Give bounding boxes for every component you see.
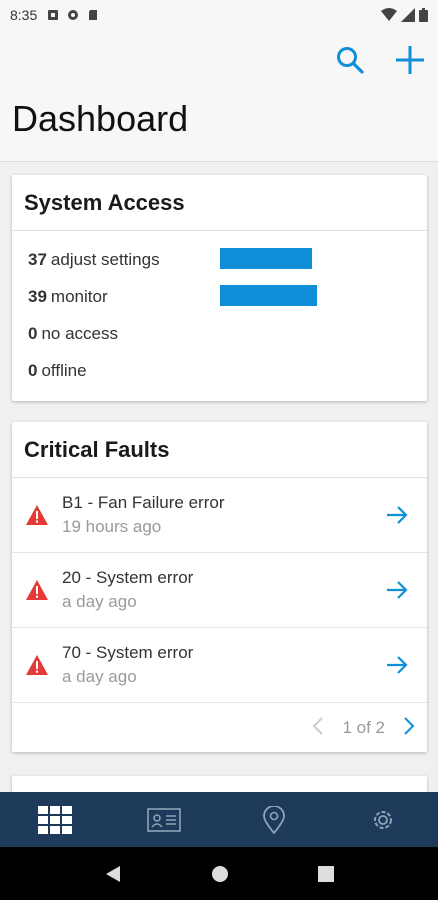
critical-faults-title: Critical Faults	[12, 422, 427, 478]
battery-icon	[419, 8, 428, 22]
next-page-button[interactable]	[403, 716, 415, 741]
warning-icon	[12, 654, 62, 676]
page-title: Dashboard	[12, 98, 189, 139]
fault-title: B1 - Fan Failure error	[62, 493, 225, 512]
sd-card-icon	[89, 10, 98, 20]
arrow-right-icon[interactable]	[367, 655, 427, 675]
fault-time: a day ago	[62, 592, 137, 611]
access-label: monitor	[50, 286, 108, 306]
dashboard-grid-icon	[37, 805, 72, 834]
fault-time: 19 hours ago	[62, 517, 162, 536]
page-indicator: 1 of 2	[342, 718, 385, 737]
status-time: 8:35	[10, 7, 38, 23]
arrow-right-icon[interactable]	[367, 580, 427, 600]
nav-location[interactable]	[219, 792, 329, 847]
access-count: 37	[28, 249, 47, 269]
chevron-left-icon	[313, 716, 324, 735]
warning-icon	[12, 504, 62, 526]
access-label: adjust settings	[50, 249, 160, 269]
access-row-adjust: 37 adjust settings	[28, 241, 427, 278]
fault-item[interactable]: 20 - System error a day ago	[12, 553, 427, 628]
chevron-right-icon	[404, 716, 415, 735]
access-label: offline	[41, 360, 87, 380]
fault-title: 20 - System error	[62, 568, 194, 587]
nav-settings[interactable]	[329, 792, 438, 847]
contacts-card-icon	[147, 807, 182, 832]
plus-icon	[396, 46, 424, 74]
pagination: 1 of 2	[12, 703, 427, 753]
home-icon[interactable]	[211, 865, 229, 883]
access-count: 0	[28, 323, 38, 343]
settings-gear-icon	[374, 810, 393, 829]
add-button[interactable]	[394, 44, 426, 76]
fault-title: 70 - System error	[62, 643, 194, 662]
access-count: 0	[28, 360, 38, 380]
prev-page-button[interactable]	[312, 716, 324, 741]
signal-icon	[401, 8, 415, 22]
recents-icon[interactable]	[317, 865, 334, 882]
system-access-card: System Access 37 adjust settings 39 moni…	[12, 175, 427, 401]
access-bar	[220, 285, 317, 306]
notification-icon	[48, 10, 59, 20]
app-icon	[68, 10, 79, 20]
bottom-nav	[0, 792, 438, 847]
access-row-offline: 0 offline	[28, 352, 427, 389]
arrow-right-icon[interactable]	[367, 505, 427, 525]
back-icon[interactable]	[104, 865, 122, 883]
access-list: 37 adjust settings 39 monitor 0 no acces…	[12, 231, 427, 389]
status-bar: 8:35	[0, 0, 438, 30]
access-bar	[220, 248, 312, 269]
location-pin-icon	[262, 805, 285, 834]
wifi-icon	[381, 8, 397, 21]
access-row-monitor: 39 monitor	[28, 278, 427, 315]
fault-item[interactable]: B1 - Fan Failure error 19 hours ago	[12, 478, 427, 553]
fault-time: a day ago	[62, 667, 137, 686]
access-count: 39	[28, 286, 47, 306]
critical-faults-card: Critical Faults B1 - Fan Failure error 1…	[12, 422, 427, 752]
app-header: Dashboard	[0, 30, 438, 162]
system-navigation	[0, 847, 438, 900]
warning-icon	[12, 579, 62, 601]
access-label: no access	[41, 323, 119, 343]
nav-contacts[interactable]	[110, 792, 220, 847]
nav-dashboard[interactable]	[0, 792, 110, 847]
access-row-no-access: 0 no access	[28, 315, 427, 352]
fault-item[interactable]: 70 - System error a day ago	[12, 628, 427, 703]
search-icon	[337, 47, 364, 74]
search-button[interactable]	[334, 44, 366, 76]
system-access-title: System Access	[12, 175, 427, 231]
